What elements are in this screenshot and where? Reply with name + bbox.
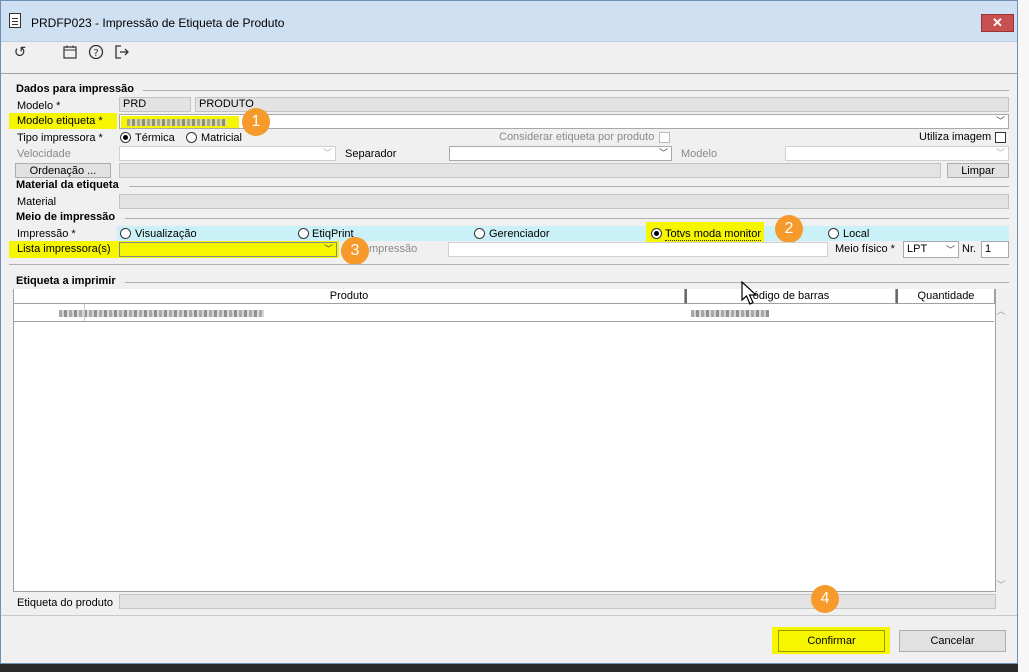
termica-radio[interactable] bbox=[120, 132, 131, 143]
section-dados-title: Dados para impressão bbox=[16, 83, 134, 95]
redacted-codigo bbox=[691, 310, 769, 317]
mouse-cursor-icon bbox=[741, 281, 758, 305]
lista-impressora-select[interactable]: ﹀ bbox=[119, 242, 337, 257]
window-title: PRDFP023 - Impressão de Etiqueta de Prod… bbox=[31, 16, 285, 30]
redacted-produto bbox=[59, 310, 264, 317]
taskbar bbox=[0, 664, 1018, 672]
modelo2-select[interactable]: ﹀ bbox=[785, 146, 1009, 161]
exit-icon[interactable] bbox=[113, 44, 131, 62]
chevron-down-icon: ﹀ bbox=[322, 148, 332, 158]
etiqueta-produto-field bbox=[119, 594, 996, 609]
local-label: Local bbox=[843, 228, 870, 240]
local-radio[interactable] bbox=[828, 228, 839, 239]
modelo-code-field: PRD bbox=[119, 97, 191, 112]
column-quantidade[interactable]: Quantidade bbox=[896, 289, 995, 304]
modelo2-label: Modelo bbox=[681, 148, 718, 160]
limpar-button[interactable]: Limpar bbox=[947, 163, 1009, 178]
velocidade-select[interactable]: ﹀ bbox=[119, 146, 336, 161]
impressao-row-highlight bbox=[117, 226, 1009, 241]
svg-text:?: ? bbox=[93, 48, 98, 59]
chevron-down-icon: ﹀ bbox=[945, 245, 955, 255]
cancelar-button[interactable]: Cancelar bbox=[899, 630, 1006, 652]
scroll-down-icon[interactable]: ﹀ bbox=[996, 578, 1006, 591]
ordenacao-field bbox=[119, 163, 941, 178]
section-line bbox=[9, 264, 1009, 265]
gerenciador-label: Gerenciador bbox=[489, 228, 550, 240]
chevron-down-icon: ﹀ bbox=[995, 148, 1005, 158]
section-line bbox=[125, 282, 1009, 283]
chevron-down-icon: ﹀ bbox=[995, 116, 1005, 126]
title-bar: PRDFP023 - Impressão de Etiqueta de Prod… bbox=[1, 1, 1017, 42]
section-material-title: Material da etiqueta bbox=[16, 179, 119, 191]
matricial-radio[interactable] bbox=[186, 132, 197, 143]
refresh-icon[interactable]: ↺ bbox=[11, 44, 29, 62]
step-badge-1: 1 bbox=[242, 108, 270, 136]
etiqueta-grid[interactable] bbox=[13, 289, 996, 592]
totvs-radio[interactable] bbox=[651, 228, 662, 239]
visualizacao-label: Visualização bbox=[135, 228, 197, 240]
velocidade-label: Velocidade bbox=[17, 148, 71, 160]
column-produto[interactable]: Produto bbox=[14, 289, 685, 304]
separador-select[interactable]: ﹀ bbox=[449, 146, 672, 161]
confirmar-button[interactable]: Confirmar bbox=[778, 630, 885, 652]
visualizacao-radio[interactable] bbox=[120, 228, 131, 239]
considerar-checkbox[interactable] bbox=[659, 132, 670, 143]
material-field bbox=[119, 194, 1009, 209]
step-badge-2: 2 bbox=[775, 215, 803, 243]
section-line bbox=[125, 218, 1009, 219]
meio-fisico-value: LPT bbox=[907, 243, 928, 255]
grid-scrollbar[interactable]: ︿ ﹀ bbox=[996, 304, 1006, 594]
section-line bbox=[129, 186, 1009, 187]
chevron-down-icon: ﹀ bbox=[658, 148, 668, 158]
termica-label: Térmica bbox=[135, 132, 175, 144]
nr-field[interactable]: 1 bbox=[981, 241, 1009, 258]
footer-divider bbox=[1, 615, 1017, 616]
section-meio-title: Meio de impressão bbox=[16, 211, 116, 223]
etiqprint-radio[interactable] bbox=[298, 228, 309, 239]
gerenciador-radio[interactable] bbox=[474, 228, 485, 239]
utiliza-imagem-checkbox[interactable] bbox=[995, 132, 1006, 143]
utiliza-imagem-label: Utiliza imagem bbox=[919, 131, 992, 143]
help-icon[interactable]: ? bbox=[87, 44, 105, 62]
impressao-label: Impressão * bbox=[17, 228, 76, 240]
modelo-label: Modelo * bbox=[17, 100, 61, 112]
close-button[interactable]: ✕ bbox=[981, 14, 1014, 32]
nr-label: Nr. bbox=[962, 243, 977, 255]
chevron-down-icon: ﹀ bbox=[323, 244, 333, 254]
separador-label: Separador bbox=[345, 148, 397, 160]
material-label: Material bbox=[17, 196, 57, 208]
modelo-desc-field: PRODUTO bbox=[195, 97, 1009, 112]
step-badge-4: 4 bbox=[811, 585, 839, 613]
considerar-label: Considerar etiqueta por produto bbox=[499, 131, 655, 143]
meio-fisico-label: Meio físico * bbox=[835, 243, 895, 255]
lista-impressora-label: Lista impressora(s) bbox=[17, 243, 111, 255]
section-etiqueta-title: Etiqueta a imprimir bbox=[16, 275, 116, 287]
meio-fisico-select[interactable]: LPT ﹀ bbox=[903, 241, 959, 258]
column-codigo-barras[interactable]: ódigo de barras bbox=[685, 289, 896, 304]
step-badge-3: 3 bbox=[341, 237, 369, 265]
impressao2-label: mpressão bbox=[369, 243, 418, 255]
matricial-label: Matricial bbox=[201, 132, 242, 144]
document-icon bbox=[9, 13, 21, 28]
scroll-up-icon[interactable]: ︿ bbox=[996, 304, 1006, 317]
section-line bbox=[143, 90, 1009, 91]
totvs-label: Totvs moda monitor bbox=[665, 228, 761, 241]
background-app-strip bbox=[1018, 0, 1029, 672]
tipo-impressora-label: Tipo impressora * bbox=[17, 132, 103, 144]
main-window: PRDFP023 - Impressão de Etiqueta de Prod… bbox=[0, 0, 1018, 664]
impressao2-field[interactable] bbox=[448, 242, 828, 257]
etiqueta-produto-label: Etiqueta do produto bbox=[17, 597, 114, 609]
ordenacao-button[interactable]: Ordenação ... bbox=[15, 163, 111, 178]
toolbar-divider bbox=[1, 73, 1017, 74]
modelo-etiqueta-label: Modelo etiqueta * bbox=[17, 115, 103, 127]
calendar-icon[interactable] bbox=[61, 44, 79, 62]
redacted-value bbox=[127, 119, 227, 126]
cell-divider bbox=[84, 304, 85, 321]
